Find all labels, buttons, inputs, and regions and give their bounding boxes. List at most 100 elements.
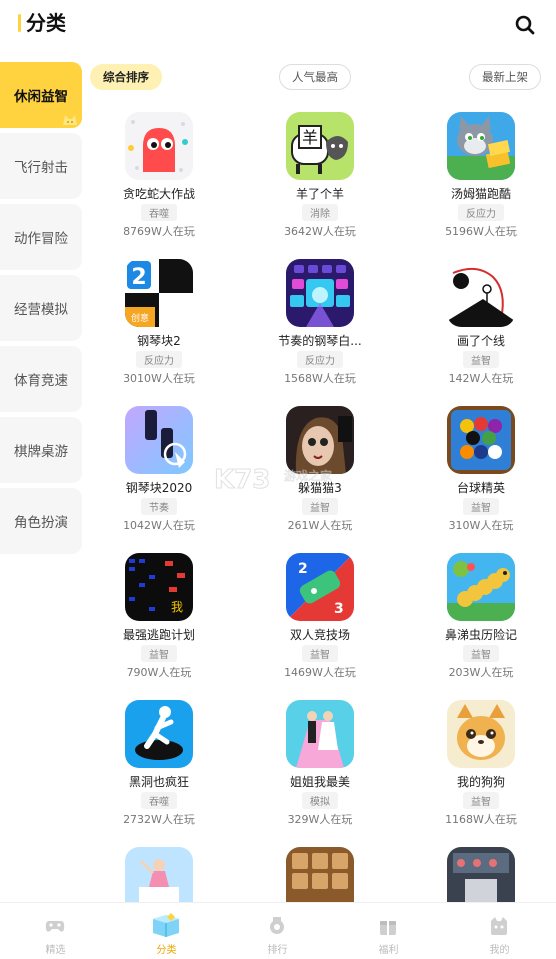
sidebar-item-label: 飞行射击 — [14, 160, 68, 176]
bottom-nav: 精选 分类 排行 福利 我的 — [0, 902, 556, 959]
game-tag: 益智 — [141, 645, 177, 662]
nav-featured[interactable]: 精选 — [0, 903, 111, 959]
search-icon[interactable] — [514, 14, 536, 36]
billiards-icon — [447, 406, 515, 474]
nav-label: 精选 — [45, 945, 66, 956]
sidebar-item-label: 经营模拟 — [14, 302, 68, 318]
play-count: 1568W人在玩 — [284, 372, 356, 385]
sort-popular[interactable]: 人气最高 — [279, 64, 351, 90]
number-puzzle-icon — [286, 847, 354, 902]
game-name: 钢琴块2020 — [125, 481, 193, 495]
header: 分类 — [0, 0, 556, 50]
nav-ranking[interactable]: 排行 — [222, 903, 333, 959]
play-count: 329W人在玩 — [287, 813, 353, 826]
play-count: 5196W人在玩 — [445, 225, 517, 238]
game-card[interactable]: 台球精英 益智 310W人在玩 — [406, 394, 556, 534]
nav-category[interactable]: 分类 — [111, 903, 222, 959]
hide-seek-icon — [286, 406, 354, 474]
nav-welfare[interactable]: 福利 — [333, 903, 444, 959]
game-name: 羊了个羊 — [295, 187, 344, 201]
game-name: 节奏的钢琴白... — [278, 334, 362, 348]
game-card[interactable] — [84, 835, 234, 902]
play-count: 142W人在玩 — [448, 372, 514, 385]
sidebar-item-label: 棋牌桌游 — [14, 444, 68, 460]
game-card[interactable]: 我的狗狗 益智 1168W人在玩 — [406, 688, 556, 828]
game-name: 钢琴块2 — [137, 334, 181, 348]
game-name: 画了个线 — [456, 334, 505, 348]
sort-newest[interactable]: 最新上架 — [469, 64, 541, 90]
game-tag: 吞噬 — [141, 792, 177, 809]
gift-icon — [380, 921, 396, 935]
game-name: 鼻涕虫历险记 — [444, 628, 517, 642]
game-name: 台球精英 — [456, 481, 505, 495]
draw-line-icon — [447, 259, 515, 327]
game-card[interactable]: 汤姆猫跑酷 反应力 5196W人在玩 — [406, 100, 556, 240]
game-name: 黑洞也疯狂 — [128, 775, 189, 789]
svg-text:2: 2 — [298, 561, 308, 577]
game-card[interactable]: 黑洞也疯狂 吞噬 2732W人在玩 — [84, 688, 234, 828]
game-card[interactable]: 画了个线 益智 142W人在玩 — [406, 247, 556, 387]
game-card[interactable]: 姐姐我最美 模拟 329W人在玩 — [245, 688, 395, 828]
play-count: 3010W人在玩 — [123, 372, 195, 385]
game-tag: 益智 — [463, 792, 499, 809]
game-tag: 反应力 — [297, 351, 343, 368]
game-card[interactable]: 躲猫猫3 益智 261W人在玩 — [245, 394, 395, 534]
nav-label: 分类 — [156, 945, 177, 956]
gamepad-icon — [45, 921, 65, 932]
game-name: 双人竞技场 — [289, 628, 350, 642]
sidebar-item-board[interactable]: 棋牌桌游 — [0, 417, 82, 483]
sidebar-item-label: 动作冒险 — [14, 231, 68, 247]
runway-girl-icon — [286, 700, 354, 768]
game-card[interactable]: 我 最强逃跑计划 益智 790W人在玩 — [84, 541, 234, 681]
sidebar-item-shooting[interactable]: 飞行射击 — [0, 133, 82, 199]
nav-mine[interactable]: 我的 — [444, 903, 555, 959]
play-count: 261W人在玩 — [287, 519, 353, 532]
sidebar-item-rpg[interactable]: 角色扮演 — [0, 488, 82, 554]
game-card[interactable]: 2 创意 钢琴块2 反应力 3010W人在玩 — [84, 247, 234, 387]
game-tag: 益智 — [302, 498, 338, 515]
svg-text:羊: 羊 — [302, 128, 318, 147]
game-card[interactable]: 鼻涕虫历险记 益智 203W人在玩 — [406, 541, 556, 681]
sidebar-item-sports[interactable]: 体育竞速 — [0, 346, 82, 412]
profile-icon — [491, 917, 507, 935]
play-count: 1168W人在玩 — [445, 813, 517, 826]
jump-girl-icon — [125, 847, 193, 902]
sidebar-item-simulation[interactable]: 经营模拟 — [0, 275, 82, 341]
game-tag: 益智 — [463, 351, 499, 368]
category-sidebar: 休闲益智 飞行射击 动作冒险 经营模拟 体育竞速 棋牌桌游 角色扮演 — [0, 62, 84, 559]
cat-ear-icon — [63, 115, 77, 125]
sidebar-item-action[interactable]: 动作冒险 — [0, 204, 82, 270]
sort-comprehensive[interactable]: 综合排序 — [90, 64, 162, 90]
game-name: 躲猫猫3 — [298, 481, 342, 495]
svg-text:创意: 创意 — [131, 312, 149, 324]
dog-game-icon — [447, 700, 515, 768]
game-card[interactable]: 钢琴块2020 节奏 1042W人在玩 — [84, 394, 234, 534]
sheep-game-icon: 羊 — [286, 112, 354, 180]
nav-label: 福利 — [378, 945, 399, 956]
sidebar-item-label: 休闲益智 — [14, 89, 68, 105]
game-tag: 节奏 — [141, 498, 177, 515]
play-count: 2732W人在玩 — [123, 813, 195, 826]
game-card[interactable] — [245, 835, 395, 902]
play-count: 8769W人在玩 — [123, 225, 195, 238]
piano-tiles-icon: 2 创意 — [125, 259, 193, 327]
play-count: 203W人在玩 — [448, 666, 514, 679]
game-card[interactable]: 23 双人竞技场 益智 1469W人在玩 — [245, 541, 395, 681]
game-card[interactable] — [406, 835, 556, 902]
svg-text:2: 2 — [131, 265, 146, 290]
game-card[interactable]: 羊 羊了个羊 消除 3642W人在玩 — [245, 100, 395, 240]
game-card[interactable]: 贪吃蛇大作战 吞噬 8769W人在玩 — [84, 100, 234, 240]
sidebar-item-casual-puzzle[interactable]: 休闲益智 — [0, 62, 82, 128]
title-accent-bar — [18, 14, 21, 32]
game-tag: 反应力 — [136, 351, 182, 368]
room-game-icon — [447, 847, 515, 902]
snake-game-icon — [125, 112, 193, 180]
game-tag: 模拟 — [302, 792, 338, 809]
slug-game-icon — [447, 553, 515, 621]
game-tag: 益智 — [463, 498, 499, 515]
game-tag: 反应力 — [458, 204, 504, 221]
nav-label: 我的 — [489, 945, 510, 956]
two-player-icon: 23 — [286, 553, 354, 621]
game-card[interactable]: 节奏的钢琴白... 反应力 1568W人在玩 — [245, 247, 395, 387]
escape-plan-icon: 我 — [125, 553, 193, 621]
